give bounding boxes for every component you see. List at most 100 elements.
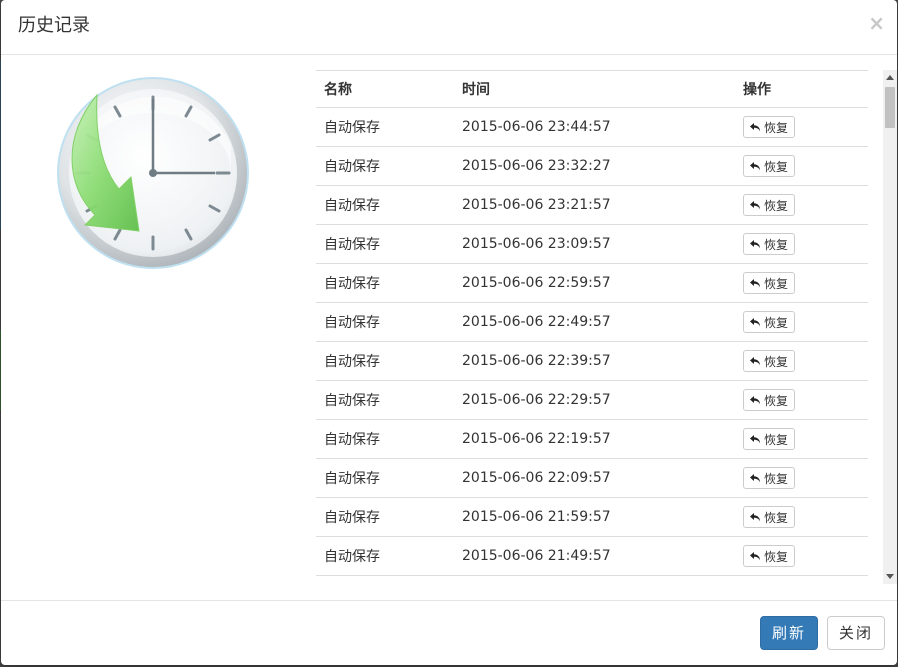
row-action-cell: 恢复 [735,185,868,225]
row-time: 2015-06-06 23:21:57 [454,185,735,225]
restore-label: 恢复 [764,120,789,135]
row-time: 2015-06-06 22:29:57 [454,380,735,420]
column-header-action: 操作 [735,70,868,108]
modal-body: 名称 时间 操作 自动保存 2015-06-06 23:44:57 恢复 自动保存 20… [1,55,897,599]
row-name: 自动保存 [316,263,454,303]
restore-button[interactable]: 恢复 [743,389,796,411]
restore-label: 恢复 [764,510,789,525]
row-time: 2015-06-06 21:49:57 [454,536,735,576]
restore-button[interactable]: 恢复 [743,272,796,294]
restore-label: 恢复 [764,198,789,213]
table-scrollbar[interactable] [883,70,897,584]
row-time: 2015-06-06 22:19:57 [454,419,735,459]
restore-button[interactable]: 恢复 [743,116,796,138]
restore-label: 恢复 [764,159,789,174]
row-time: 2015-06-06 23:09:57 [454,224,735,264]
scroll-down-arrow[interactable] [886,574,894,579]
restore-button[interactable]: 恢复 [743,155,796,177]
table-row: 自动保存 2015-06-06 22:49:57 恢复 [316,302,868,342]
undo-arrow-icon [750,357,760,366]
modal-title: 历史记录 [18,15,90,36]
undo-arrow-icon [750,162,760,171]
table-row: 自动保存 2015-06-06 22:19:57 恢复 [316,419,868,459]
undo-arrow-icon [750,396,760,405]
table-row: 自动保存 2015-06-06 22:09:57 恢复 [316,458,868,498]
table-row: 自动保存 2015-06-06 23:21:57 恢复 [316,185,868,225]
row-name: 自动保存 [316,224,454,264]
undo-arrow-icon [750,318,760,327]
row-name: 自动保存 [316,185,454,225]
history-table-container: 名称 时间 操作 自动保存 2015-06-06 23:44:57 恢复 自动保存 20… [316,70,868,582]
undo-arrow-icon [750,201,760,210]
undo-arrow-icon [750,474,760,483]
row-action-cell: 恢复 [735,224,868,264]
row-time: 2015-06-06 21:59:57 [454,497,735,537]
undo-arrow-icon [750,279,760,288]
restore-label: 恢复 [764,471,789,486]
row-time: 2015-06-06 23:44:57 [454,107,735,147]
row-time: 2015-06-06 22:49:57 [454,302,735,342]
row-action-cell: 恢复 [735,146,868,186]
refresh-button[interactable]: 刷新 [760,616,818,650]
row-name: 自动保存 [316,458,454,498]
restore-label: 恢复 [764,237,789,252]
row-action-cell: 恢复 [735,341,868,381]
history-modal: 历史记录 × 名称 时间 操作 自动保存 2015-06-06 23:44:57… [1,0,897,665]
row-action-cell: 恢复 [735,458,868,498]
modal-header: 历史记录 × [1,0,897,55]
row-time: 2015-06-06 22:09:57 [454,458,735,498]
table-row: 自动保存 2015-06-06 21:59:57 恢复 [316,497,868,537]
row-action-cell: 恢复 [735,497,868,537]
restore-label: 恢复 [764,393,789,408]
undo-arrow-icon [750,435,760,444]
undo-arrow-icon [750,240,760,249]
row-name: 自动保存 [316,536,454,576]
restore-button[interactable]: 恢复 [743,311,796,333]
history-clock-icon [55,75,251,271]
row-name: 自动保存 [316,107,454,147]
row-action-cell: 恢复 [735,302,868,342]
row-name: 自动保存 [316,302,454,342]
table-header-row: 名称 时间 操作 [316,70,868,108]
close-button[interactable]: 关闭 [827,616,885,650]
row-action-cell: 恢复 [735,263,868,303]
restore-label: 恢复 [764,549,789,564]
table-row: 自动保存 2015-06-06 23:32:27 恢复 [316,146,868,186]
close-icon[interactable]: × [868,13,885,33]
column-header-time: 时间 [454,70,735,108]
column-header-name: 名称 [316,70,454,108]
restore-label: 恢复 [764,432,789,447]
row-action-cell: 恢复 [735,380,868,420]
table-row: 自动保存 2015-06-06 22:59:57 恢复 [316,263,868,303]
row-name: 自动保存 [316,146,454,186]
row-name: 自动保存 [316,497,454,537]
restore-button[interactable]: 恢复 [743,428,796,450]
undo-arrow-icon [750,123,760,132]
row-time: 2015-06-06 23:32:27 [454,146,735,186]
row-name: 自动保存 [316,341,454,381]
table-row: 自动保存 2015-06-06 22:39:57 恢复 [316,341,868,381]
row-time: 2015-06-06 22:59:57 [454,263,735,303]
scrollbar-thumb[interactable] [885,87,895,128]
restore-label: 恢复 [764,354,789,369]
undo-arrow-icon [750,552,760,561]
restore-button[interactable]: 恢复 [743,233,796,255]
table-row: 自动保存 2015-06-06 22:29:57 恢复 [316,380,868,420]
table-row: 自动保存 2015-06-06 23:44:57 恢复 [316,107,868,147]
row-action-cell: 恢复 [735,536,868,576]
row-action-cell: 恢复 [735,419,868,459]
scroll-up-arrow[interactable] [886,75,894,80]
table-row: 自动保存 2015-06-06 23:09:57 恢复 [316,224,868,264]
undo-arrow-icon [750,513,760,522]
row-time: 2015-06-06 22:39:57 [454,341,735,381]
history-table: 名称 时间 操作 自动保存 2015-06-06 23:44:57 恢复 自动保存 20… [316,70,868,576]
restore-button[interactable]: 恢复 [743,350,796,372]
row-name: 自动保存 [316,419,454,459]
restore-button[interactable]: 恢复 [743,467,796,489]
table-row: 自动保存 2015-06-06 21:49:57 恢复 [316,536,868,576]
restore-label: 恢复 [764,315,789,330]
restore-button[interactable]: 恢复 [743,545,796,567]
restore-button[interactable]: 恢复 [743,194,796,216]
restore-button[interactable]: 恢复 [743,506,796,528]
row-name: 自动保存 [316,380,454,420]
